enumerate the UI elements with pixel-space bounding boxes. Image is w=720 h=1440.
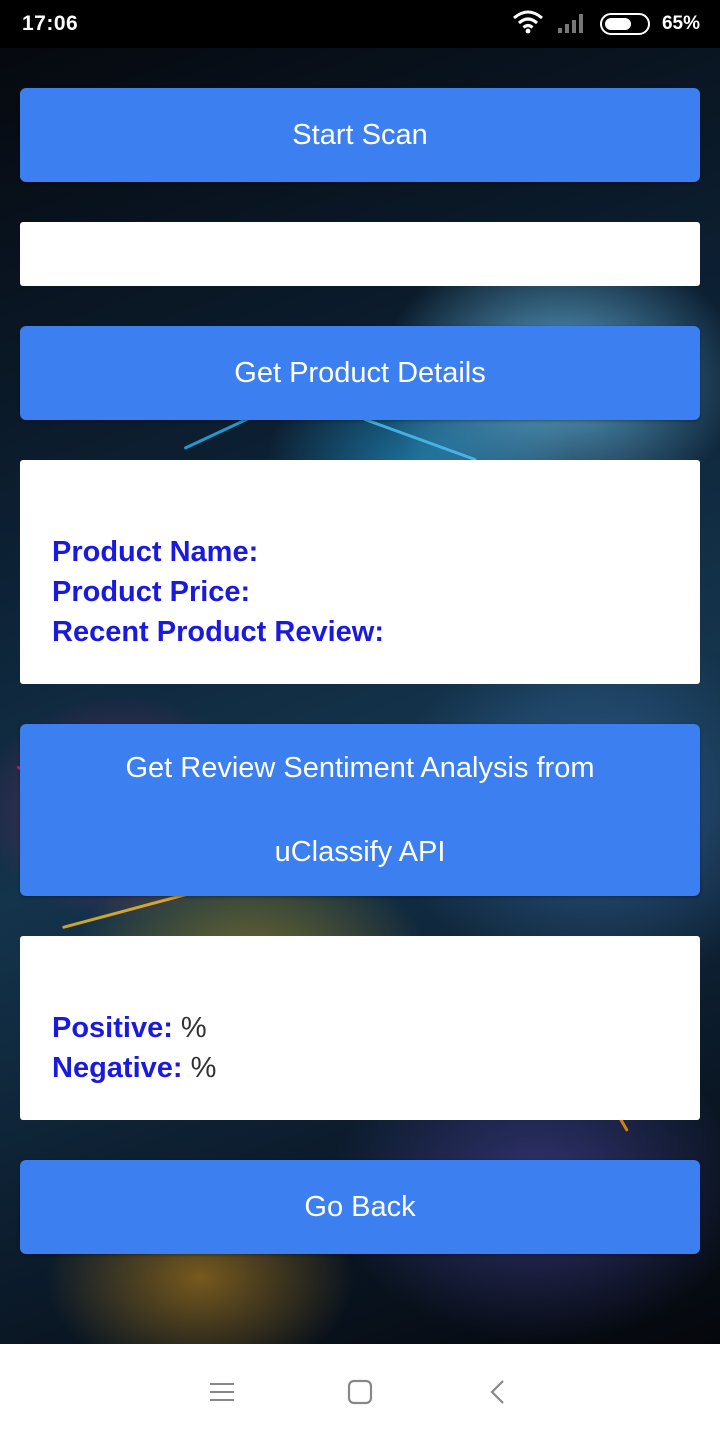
positive-row: Positive: % [52,1008,700,1048]
barcode-input[interactable] [20,222,700,286]
start-scan-button[interactable]: Start Scan [20,88,700,182]
negative-row: Negative: % [52,1048,700,1088]
get-product-details-button[interactable]: Get Product Details [20,326,700,420]
product-review-label: Recent Product Review: [52,616,384,648]
status-bar: 17:06 65% [0,0,720,48]
sentiment-result-card: Positive: % Negative: % [20,936,700,1120]
menu-icon[interactable] [209,1379,235,1405]
battery-icon [599,13,650,35]
positive-value: % [172,1012,207,1044]
product-price-label: Product Price: [52,576,251,608]
sentiment-button-line2: uClassify API [274,836,446,868]
product-review-row: Recent Product Review: [52,612,700,652]
negative-value: % [182,1052,217,1084]
back-icon[interactable] [485,1379,511,1405]
signal-icon [556,10,588,39]
wifi-icon [512,10,544,39]
go-back-button[interactable]: Go Back [20,1160,700,1254]
status-icons: 65% [512,10,700,39]
navigation-bar [0,1344,720,1440]
home-icon[interactable] [347,1379,373,1405]
main-content: Start Scan Get Product Details Product N… [20,88,700,1254]
sentiment-button-line1: Get Review Sentiment Analysis from [125,752,595,784]
battery-percent: 65% [661,13,700,34]
get-sentiment-analysis-button[interactable]: Get Review Sentiment Analysis from uClas… [20,724,700,896]
battery-level-fill [604,18,631,30]
product-price-row: Product Price: [52,572,700,612]
product-name-row: Product Name: [52,532,700,572]
product-details-card: Product Name: Product Price: Recent Prod… [20,460,700,684]
product-name-label: Product Name: [52,536,259,568]
negative-label: Negative: [52,1052,183,1084]
status-time: 17:06 [22,12,79,35]
positive-label: Positive: [52,1012,173,1044]
